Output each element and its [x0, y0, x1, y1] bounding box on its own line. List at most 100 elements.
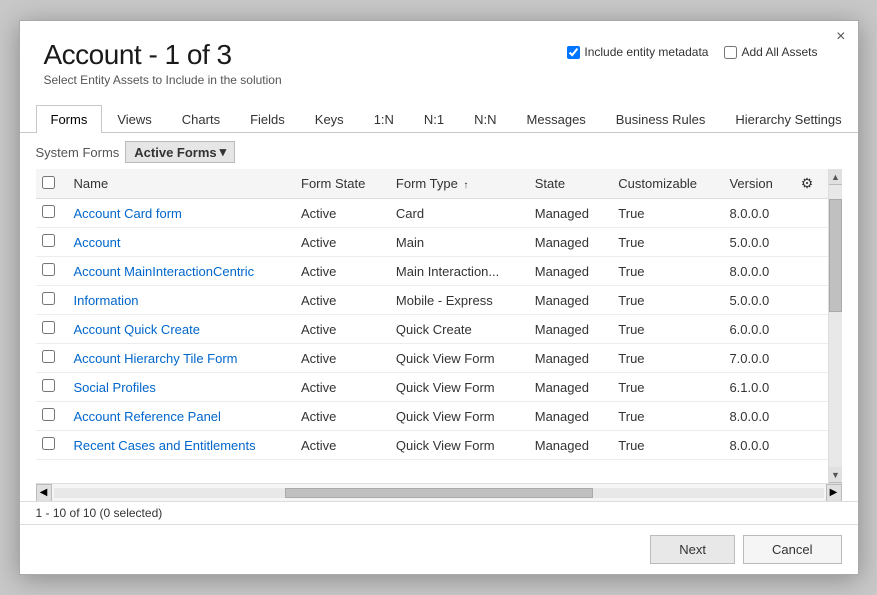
row-checkbox-1[interactable]: [42, 234, 55, 247]
row-state-8: Managed: [525, 431, 609, 460]
include-metadata-checkbox[interactable]: [567, 46, 580, 59]
row-checkbox-0[interactable]: [42, 205, 55, 218]
row-checkbox-5[interactable]: [42, 350, 55, 363]
table-body: Account Card form Active Card Managed Tr…: [36, 199, 828, 460]
row-checkbox-3[interactable]: [42, 292, 55, 305]
row-form-state-6: Active: [291, 373, 386, 402]
tab-messages[interactable]: Messages: [512, 105, 601, 133]
row-customizable-6: True: [608, 373, 719, 402]
col-customizable-header[interactable]: Customizable: [608, 169, 719, 199]
row-state-1: Managed: [525, 228, 609, 257]
col-version-header[interactable]: Version: [719, 169, 790, 199]
row-state-7: Managed: [525, 402, 609, 431]
dialog-options: Include entity metadata Add All Assets: [567, 45, 817, 59]
include-metadata-label[interactable]: Include entity metadata: [567, 45, 708, 59]
row-check-3[interactable]: [36, 286, 64, 315]
row-name-1[interactable]: Account: [64, 228, 292, 257]
tab-1n[interactable]: 1:N: [359, 105, 409, 133]
row-name-4[interactable]: Account Quick Create: [64, 315, 292, 344]
col-form-state-header[interactable]: Form State: [291, 169, 386, 199]
row-check-0[interactable]: [36, 199, 64, 228]
row-name-3[interactable]: Information: [64, 286, 292, 315]
row-customizable-3: True: [608, 286, 719, 315]
row-name-2[interactable]: Account MainInteractionCentric: [64, 257, 292, 286]
row-state-5: Managed: [525, 344, 609, 373]
row-customizable-5: True: [608, 344, 719, 373]
row-check-7[interactable]: [36, 402, 64, 431]
tab-forms[interactable]: Forms: [36, 105, 103, 133]
scroll-right-button[interactable]: ▶: [826, 484, 842, 502]
horizontal-scrollbar[interactable]: ◀ ▶: [36, 483, 842, 501]
status-bar: 1 - 10 of 10 (0 selected): [20, 501, 858, 524]
scroll-down-button[interactable]: ▼: [829, 467, 842, 483]
add-all-label[interactable]: Add All Assets: [724, 45, 817, 59]
vertical-scrollbar[interactable]: ▲ ▼: [828, 169, 842, 483]
row-checkbox-4[interactable]: [42, 321, 55, 334]
row-checkbox-7[interactable]: [42, 408, 55, 421]
forms-table: Name Form State Form Type ↑ State Custom…: [36, 169, 828, 460]
row-checkbox-8[interactable]: [42, 437, 55, 450]
row-customizable-0: True: [608, 199, 719, 228]
row-name-0[interactable]: Account Card form: [64, 199, 292, 228]
row-version-3: 5.0.0.0: [719, 286, 790, 315]
tab-views[interactable]: Views: [102, 105, 166, 133]
table-header-row: Name Form State Form Type ↑ State Custom…: [36, 169, 828, 199]
tab-n1[interactable]: N:1: [409, 105, 459, 133]
row-gear-1: [791, 228, 828, 257]
cancel-button[interactable]: Cancel: [743, 535, 841, 564]
row-check-6[interactable]: [36, 373, 64, 402]
row-form-state-5: Active: [291, 344, 386, 373]
tab-fields[interactable]: Fields: [235, 105, 300, 133]
active-forms-dropdown[interactable]: Active Forms ▾: [125, 141, 235, 163]
row-customizable-4: True: [608, 315, 719, 344]
horiz-scroll-thumb[interactable]: [285, 488, 593, 498]
row-name-6[interactable]: Social Profiles: [64, 373, 292, 402]
tab-charts[interactable]: Charts: [167, 105, 235, 133]
row-version-2: 8.0.0.0: [719, 257, 790, 286]
row-form-state-7: Active: [291, 402, 386, 431]
scroll-thumb[interactable]: [829, 199, 842, 312]
tab-nn[interactable]: N:N: [459, 105, 511, 133]
system-forms-label: System Forms: [36, 145, 120, 160]
row-form-type-5: Quick View Form: [386, 344, 525, 373]
row-form-state-4: Active: [291, 315, 386, 344]
add-all-checkbox[interactable]: [724, 46, 737, 59]
row-state-0: Managed: [525, 199, 609, 228]
select-all-checkbox[interactable]: [42, 176, 55, 189]
row-name-7[interactable]: Account Reference Panel: [64, 402, 292, 431]
row-checkbox-6[interactable]: [42, 379, 55, 392]
row-name-5[interactable]: Account Hierarchy Tile Form: [64, 344, 292, 373]
col-form-type-header[interactable]: Form Type ↑: [386, 169, 525, 199]
row-name-8[interactable]: Recent Cases and Entitlements: [64, 431, 292, 460]
scroll-up-button[interactable]: ▲: [829, 169, 842, 185]
row-state-4: Managed: [525, 315, 609, 344]
scroll-left-button[interactable]: ◀: [36, 484, 52, 502]
table-scroll[interactable]: Name Form State Form Type ↑ State Custom…: [36, 169, 842, 460]
col-check-header[interactable]: [36, 169, 64, 199]
row-form-type-4: Quick Create: [386, 315, 525, 344]
scroll-track[interactable]: [829, 185, 842, 467]
tabs-bar: Forms Views Charts Fields Keys 1:N N:1 N…: [20, 105, 858, 133]
tab-business-rules[interactable]: Business Rules: [601, 105, 721, 133]
form-type-sort-icon: ↑: [463, 180, 468, 191]
row-check-1[interactable]: [36, 228, 64, 257]
row-checkbox-2[interactable]: [42, 263, 55, 276]
col-name-header[interactable]: Name: [64, 169, 292, 199]
row-check-2[interactable]: [36, 257, 64, 286]
row-check-8[interactable]: [36, 431, 64, 460]
table-row: Account Card form Active Card Managed Tr…: [36, 199, 828, 228]
col-gear-header[interactable]: ⚙: [791, 169, 828, 199]
col-state-header[interactable]: State: [525, 169, 609, 199]
row-form-type-7: Quick View Form: [386, 402, 525, 431]
close-button[interactable]: ×: [836, 29, 845, 45]
tab-keys[interactable]: Keys: [300, 105, 359, 133]
row-state-3: Managed: [525, 286, 609, 315]
horiz-scroll-track[interactable]: [54, 488, 824, 498]
next-button[interactable]: Next: [650, 535, 735, 564]
row-check-4[interactable]: [36, 315, 64, 344]
row-form-state-2: Active: [291, 257, 386, 286]
tab-hierarchy-settings[interactable]: Hierarchy Settings: [720, 105, 856, 133]
row-check-5[interactable]: [36, 344, 64, 373]
row-version-5: 7.0.0.0: [719, 344, 790, 373]
gear-icon[interactable]: ⚙: [801, 175, 814, 191]
